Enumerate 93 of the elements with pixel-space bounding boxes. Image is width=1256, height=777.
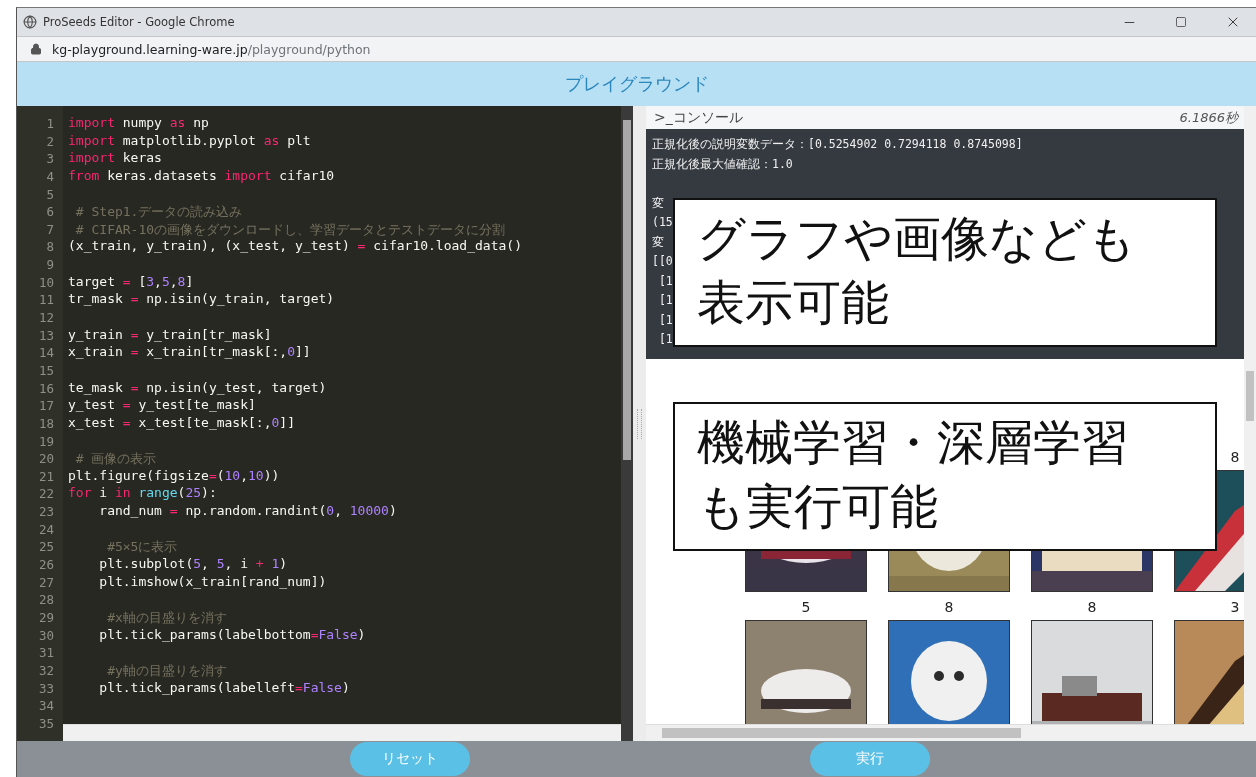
- subplot-title: 8: [944, 598, 954, 617]
- line-number: 6: [45, 203, 55, 221]
- code-line: (x_train, y_train), (x_test, y_test) = cifar10.load_data(): [68, 238, 523, 256]
- code-line: plt.subplot(5, 5, i + 1): [98, 556, 289, 573]
- line-number: 19: [37, 432, 55, 451]
- output-line: [1: [657, 293, 673, 309]
- line-number: 10: [37, 273, 55, 292]
- output-line: [[0: [652, 254, 673, 270]
- code-line: # CIFAR-10の画像をダウンロードし、学習データとテストデータに分割: [74, 220, 507, 239]
- line-number: 5: [45, 185, 55, 204]
- elapsed-time: 6.1866秒: [1179, 108, 1238, 127]
- line-number: 20: [37, 450, 55, 468]
- vertical-scrollbar[interactable]: [1244, 106, 1256, 741]
- line-number: 34: [37, 697, 55, 715]
- code-line: x_train = x_train[tr_mask[:,0]]: [68, 344, 312, 362]
- code-line: tr_mask = np.isin(y_train, target): [68, 291, 336, 309]
- line-number: 22: [37, 485, 55, 504]
- line-number: 14: [37, 344, 55, 362]
- code-editor[interactable]: [17, 106, 633, 741]
- output-line: [1: [657, 332, 673, 348]
- output-line: (15: [652, 215, 673, 231]
- code-line: te_mask = np.isin(y_test, target): [68, 379, 328, 397]
- output-line: 正規化後の説明変数データ：[0.5254902 0.7294118 0.8745098]: [652, 137, 1023, 153]
- code-line: plt.imshow(x_train[rand_num]): [98, 573, 328, 591]
- code-line: import matplotlib.pyplot as plt: [68, 132, 312, 150]
- line-number: 13: [37, 326, 55, 345]
- run-button[interactable]: 実行: [810, 742, 930, 776]
- subplot-title: 3: [1230, 598, 1240, 617]
- line-number: 12: [37, 309, 55, 327]
- line-number: 9: [45, 256, 55, 274]
- line-number: 27: [37, 573, 55, 592]
- code-line: # 画像の表示: [74, 450, 158, 468]
- maximize-icon[interactable]: [1175, 16, 1187, 28]
- code-line: plt.tick_params(labelbottom=False): [98, 626, 367, 644]
- code-line: y_train = y_train[tr_mask]: [68, 326, 273, 344]
- reset-button[interactable]: リセット: [350, 742, 470, 776]
- horizontal-scrollbar[interactable]: [63, 724, 621, 741]
- output-line: 正規化後最大値確認：1.0: [652, 156, 793, 173]
- line-number: 32: [37, 661, 55, 680]
- horizontal-scrollbar[interactable]: [646, 724, 1244, 741]
- line-number: 31: [37, 644, 55, 662]
- code-line: #x軸の目盛りを消す: [106, 608, 228, 627]
- splitter-handle[interactable]: [633, 106, 646, 741]
- line-number: 1: [45, 115, 55, 133]
- page-title: プレイグラウンド: [564, 72, 709, 96]
- line-number: 29: [37, 608, 55, 627]
- line-number: 18: [37, 414, 55, 433]
- code-line: plt.tick_params(labelleft=False): [98, 679, 351, 697]
- console-title: >_コンソール: [654, 108, 743, 127]
- line-number: 16: [37, 379, 55, 398]
- line-number: 2: [45, 132, 55, 151]
- code-line: y_test = y_test[te_mask]: [68, 397, 257, 415]
- code-line: x_test = x_test[te_mask[:,0]]: [68, 414, 296, 432]
- subplot-title: 8: [1087, 598, 1097, 617]
- line-number: 28: [37, 591, 55, 609]
- output-line: 変: [652, 195, 664, 212]
- line-number: 21: [37, 467, 55, 486]
- line-number: 23: [37, 503, 55, 521]
- line-number: 4: [45, 167, 55, 186]
- subplot-title: 8: [1230, 448, 1240, 467]
- window-title: ProSeeds Editor - Google Chrome: [43, 15, 236, 29]
- code-line: plt.figure(figsize=(10,10)): [68, 467, 281, 485]
- line-number: 11: [37, 291, 55, 310]
- line-number: 33: [37, 679, 55, 698]
- output-line: [1: [657, 273, 673, 290]
- code-line: #y軸の目盛りを消す: [106, 661, 228, 680]
- line-number: 35: [37, 714, 55, 733]
- line-number: 30: [37, 626, 55, 645]
- lock-icon: [30, 43, 42, 55]
- code-line: import numpy as np: [68, 115, 210, 132]
- line-number: 3: [45, 150, 55, 168]
- code-line: #5×5に表示: [106, 538, 179, 556]
- address-url[interactable]: kg-playground.learning-ware.jp/playground/python: [52, 41, 371, 57]
- code-line: # Step1.データの読み込み: [74, 203, 244, 221]
- code-line: from keras.datasets import cifar10: [68, 167, 336, 185]
- line-number: 24: [37, 520, 55, 539]
- line-number: 8: [45, 238, 55, 257]
- line-number: 26: [37, 556, 55, 574]
- output-line: 変: [652, 234, 664, 251]
- line-number: 17: [37, 397, 55, 415]
- callout-text: グラフや画像なども 表示可能: [673, 198, 1217, 347]
- code-line: for i in range(25):: [68, 485, 218, 503]
- line-number: 15: [37, 361, 55, 380]
- code-line: rand_num = np.random.randint(0, 10000): [98, 503, 398, 521]
- globe-icon: [23, 15, 37, 29]
- output-line: [1: [657, 312, 673, 329]
- line-number: 7: [45, 220, 55, 239]
- code-line: target = [3,5,8]: [68, 273, 195, 291]
- code-line: import keras: [68, 150, 163, 168]
- subplot-title: 5: [801, 598, 811, 617]
- callout-text: 機械学習・深層学習 も実行可能: [673, 402, 1217, 551]
- line-number: 25: [37, 538, 55, 556]
- vertical-scrollbar[interactable]: [621, 106, 633, 741]
